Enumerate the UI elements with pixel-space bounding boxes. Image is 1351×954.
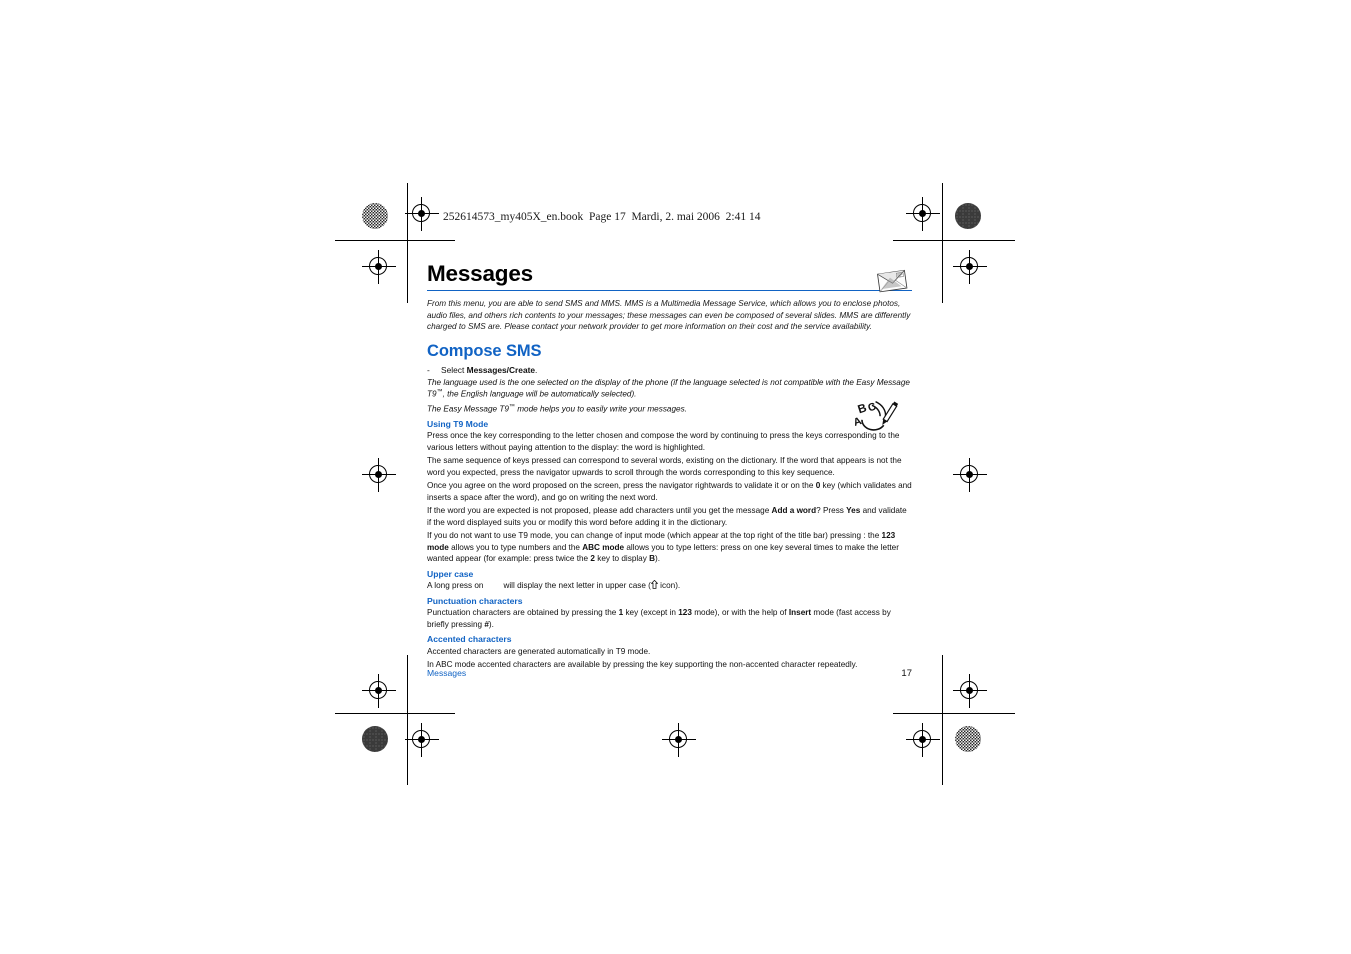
registration-mark-top-right-outer (953, 250, 987, 284)
registration-mark-bottom-left-inner (405, 723, 439, 757)
registration-mark-top-left-inner (405, 197, 439, 231)
halftone-patch-top-right (955, 203, 981, 229)
punctuation-paragraph: Punctuation characters are obtained by p… (427, 607, 912, 630)
upper-case-text-c: icon). (657, 581, 681, 591)
t9-paragraph-2: The same sequence of keys pressed can co… (427, 456, 902, 477)
addword-text-b: ? Press (816, 506, 847, 516)
subsection-heading-punctuation: Punctuation characters (427, 595, 523, 606)
title-rule (427, 289, 912, 292)
bullet-select-messages-create: - Select Messages/Create. (427, 365, 912, 377)
registration-mark-bottom-right-inner (906, 723, 940, 757)
crop-line-bottom-right-vertical (942, 655, 944, 785)
language-note-part-b: , the English language will be automatic… (442, 390, 637, 400)
easy-message-part-b: mode helps you to easily write your mess… (514, 404, 687, 414)
upper-case-text-b: will display the next letter in upper ca… (503, 581, 651, 591)
language-note-paragraph: The language used is the one selected on… (427, 377, 912, 401)
accented-paragraph-1: Accented characters are generated automa… (427, 647, 651, 656)
addword-bold-yes: Yes (846, 506, 861, 516)
registration-mark-middle-left (362, 458, 396, 492)
bullet-text-bold: Messages/Create (466, 365, 536, 376)
addword-text-a: If the word you are expected is not prop… (427, 506, 772, 516)
bullet-text-pre: Select (441, 365, 467, 376)
intro-paragraph: From this menu, you are able to send SMS… (427, 299, 911, 331)
book-header-line: 252614573_my405X_en.book Page 17 Mardi, … (443, 211, 761, 223)
punct-text-a: Punctuation characters are obtained by p… (427, 608, 619, 618)
mode-text-e: ). (655, 554, 661, 564)
crop-line-top-right-horizontal (893, 240, 1015, 242)
registration-mark-middle-right (953, 458, 987, 492)
upper-case-text-a: A long press on (427, 581, 484, 591)
registration-mark-top-left-outer (362, 250, 396, 284)
page-content: Messages From this menu, you are able to… (427, 262, 912, 673)
crop-line-top-left-horizontal (335, 240, 455, 242)
section-heading-compose-sms: Compose SMS (427, 342, 542, 361)
crop-line-bottom-left-vertical (407, 655, 409, 785)
easy-message-note-paragraph: The Easy Message T9™ mode helps you to e… (427, 403, 912, 415)
mail-envelope-icon (877, 269, 908, 293)
page-title: Messages (427, 261, 533, 286)
halftone-patch-top-left (362, 203, 388, 229)
mode-text-a: If you do not want to use T9 mode, you c… (427, 531, 882, 541)
crop-line-bottom-right-horizontal (893, 713, 1015, 715)
registration-mark-top-right-inner (906, 197, 940, 231)
subsection-heading-accented: Accented characters (427, 634, 512, 645)
punct-text-c: mode), or with the help of (691, 608, 789, 618)
punct-text-e: ). (488, 619, 494, 629)
t9-abc-pencil-icon: B C A (852, 401, 899, 431)
t9-paragraph-input-mode: If you do not want to use T9 mode, you c… (427, 530, 912, 564)
halftone-patch-bottom-left (362, 726, 388, 752)
halftone-patch-bottom-right (955, 726, 981, 752)
punct-bold-insert: Insert (788, 608, 812, 618)
crop-line-top-right-vertical (942, 183, 944, 303)
subsection-heading-using-t9-mode: Using T9 Mode (427, 418, 489, 429)
subsection-heading-upper-case: Upper case (427, 568, 474, 579)
footer-page-number: 17 (901, 668, 912, 679)
registration-mark-bottom-left-outer (362, 674, 396, 708)
mode-text-d: key to display (594, 554, 650, 564)
addword-bold-message: Add a word (771, 506, 817, 516)
crop-line-bottom-left-horizontal (335, 713, 455, 715)
page-footer: Messages 17 (427, 668, 912, 679)
t9-paragraph-validate: Once you agree on the word proposed on t… (427, 480, 912, 503)
t9-paragraph-add-word: If the word you are expected is not prop… (427, 505, 912, 528)
mode-text-b: allows you to type numbers and the (448, 542, 583, 552)
bullet-text-post: . (535, 365, 538, 376)
punct-bold-123: 123 (678, 608, 692, 618)
validate-text-a: Once you agree on the word proposed on t… (427, 481, 816, 491)
punct-text-b: key (except in (623, 608, 679, 618)
registration-mark-bottom-center (662, 723, 696, 757)
up-arrow-shift-icon (650, 580, 659, 590)
footer-chapter-label: Messages (427, 668, 467, 678)
easy-message-part-a: The Easy Message T9 (427, 404, 509, 414)
bullet-dash: - (427, 365, 430, 376)
t9-paragraph-1: Press once the key corresponding to the … (427, 431, 900, 452)
registration-mark-bottom-right-outer (953, 674, 987, 708)
upper-case-paragraph: A long press on will display the next let… (427, 580, 912, 591)
mode-bold-abc: ABC mode (582, 542, 625, 552)
